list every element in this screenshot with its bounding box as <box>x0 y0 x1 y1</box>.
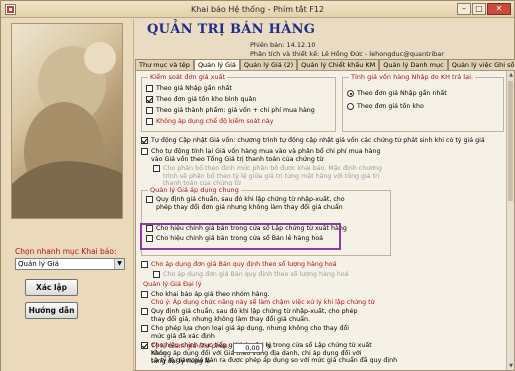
option-auto-update-cost[interactable]: Tự động Cập nhật Giá vốn: chương trình t… <box>141 137 506 145</box>
option-last-import-price[interactable]: Theo giá Nhập gần nhất <box>146 85 232 93</box>
option-group-price[interactable]: Cho khai báo áp giá theo nhóm hàng. <box>141 291 270 299</box>
option-recalc-cost[interactable]: Cho tự động tính lại Giá vốn hàng mua và… <box>141 148 391 163</box>
checkbox-checked[interactable] <box>146 96 153 103</box>
checkbox[interactable] <box>146 85 153 92</box>
checkbox-checked[interactable] <box>141 137 148 144</box>
option-standard-price[interactable]: Quy định giá chuẩn, sau đó khi lập chứng… <box>146 196 346 211</box>
checkbox[interactable] <box>153 165 160 172</box>
radio[interactable] <box>347 103 354 110</box>
close-button[interactable]: ✕ <box>487 3 511 15</box>
vertical-scrollbar[interactable]: ▲ ▼ <box>506 71 514 370</box>
option-allocate-by-norm[interactable]: Cho phân bổ theo định mức phân bổ được k… <box>153 165 393 188</box>
highlight-box <box>140 223 341 250</box>
checkbox[interactable] <box>153 271 160 278</box>
percent-unit: % <box>265 343 272 350</box>
group-export-price-control: Kiểm soát đơn giá xuất Theo giá Nhập gần… <box>141 73 336 132</box>
tab-bar: Thư mục và tệp Quản lý Giá Quản lý Giá (… <box>135 59 515 71</box>
checkbox[interactable] <box>146 196 153 203</box>
minimize-button[interactable]: – <box>457 3 471 15</box>
help-button[interactable]: Hướng dẫn <box>25 302 78 319</box>
window-title: Khai báo Hệ thống - Phím tắt F12 <box>190 5 325 14</box>
discount-rate-label: Tỷ lệ Giảm giá cho phép: <box>151 343 230 350</box>
maximize-button[interactable]: □ <box>472 3 486 15</box>
checkbox-checked[interactable] <box>141 342 148 349</box>
version-text: Phiên bản: 14.12.10 <box>250 41 316 49</box>
price-settings-panel: Kiểm soát đơn giá xuất Theo giá Nhập gần… <box>135 70 515 371</box>
tab-discount[interactable]: Quản lý Chiết khấu KM <box>297 59 380 70</box>
option-product-cost[interactable]: Theo giá thành phẩm: giá vốn + chi phí m… <box>146 107 315 115</box>
left-pane: Chọn nhanh mục Khai báo: Quản lý Giá ▼ X… <box>1 19 134 371</box>
quick-select-value: Quản lý Giá <box>18 260 59 268</box>
option-avg-stock-price[interactable]: Theo đơn giá tồn kho bình quân <box>146 96 256 104</box>
quick-select-dropdown[interactable]: Quản lý Giá ▼ <box>15 258 125 270</box>
main-area: QUẢN TRỊ BÁN HÀNG Phiên bản: 14.12.10 Ph… <box>135 19 515 371</box>
tab-price-2[interactable]: Quản lý Giá (2) <box>239 59 298 70</box>
tab-files[interactable]: Thư mục và tệp <box>135 59 194 70</box>
group-label-export-price: Kiểm soát đơn giá xuất <box>148 73 228 81</box>
tab-bookkeeping[interactable]: Quản lý việc Ghi số chứ <box>447 59 515 70</box>
group-label-return-cost: Tính giá vốn hàng Nhập do KH trả lại: <box>349 73 476 81</box>
scroll-up-icon[interactable]: ▲ <box>507 71 515 79</box>
group-price-note: Chú ý: Áp dụng chức năng này sẽ làm chậm… <box>151 299 375 306</box>
option-qty-price-sub[interactable]: Cho áp dụng đơn giá Bán quy định theo số… <box>153 271 349 279</box>
checkbox[interactable] <box>146 118 153 125</box>
checkbox[interactable] <box>141 308 148 315</box>
group-return-cost: Tính giá vốn hàng Nhập do KH trả lại: Th… <box>342 73 504 132</box>
checkbox[interactable] <box>141 291 148 298</box>
radio-checked[interactable] <box>347 90 354 97</box>
scroll-thumb[interactable] <box>508 81 513 201</box>
chevron-down-icon[interactable]: ▼ <box>114 259 124 269</box>
option-select-price-type[interactable]: Cho phép lựa chọn loại giá áp dụng, nhưn… <box>141 325 361 340</box>
checkbox[interactable] <box>141 148 148 155</box>
app-heading: QUẢN TRỊ BÁN HÀNG <box>147 22 316 37</box>
checkbox[interactable] <box>141 261 148 268</box>
radio-stock-price[interactable]: Theo đơn giá tồn kho <box>347 103 424 111</box>
radio-last-import[interactable]: Theo đơn giá Nhập gần nhất <box>347 90 447 98</box>
apply-button[interactable]: Xác lập <box>25 279 78 296</box>
scroll-down-icon[interactable]: ▼ <box>507 362 515 370</box>
quick-select-label: Chọn nhanh mục Khai báo: <box>15 247 117 256</box>
author-text: Phân tích và thiết kế: Lê Hồng Đức - leh… <box>250 50 444 58</box>
tab-catalog[interactable]: Quản lý Danh mục <box>379 59 448 70</box>
checkbox[interactable] <box>146 107 153 114</box>
dialog-window: Khai báo Hệ thống - Phím tắt F12 – □ ✕ C… <box>0 0 515 371</box>
group-label-agent-price: Quản lý Giá Đại lý <box>141 280 204 288</box>
checkbox[interactable] <box>141 325 148 332</box>
discount-rate-note: Là tỷ lệ giảm giá bán ra được phép áp dụ… <box>151 357 398 364</box>
discount-rate-row: Tỷ lệ Giảm giá cho phép: 0.00 % <box>151 343 272 353</box>
decorative-photo <box>11 23 123 219</box>
option-agent-standard-price[interactable]: Quy định giá chuẩn, sau đó khi lập chứng… <box>141 308 361 323</box>
group-label-general-price: Quản lý Giá áp dụng chung <box>148 186 241 194</box>
discount-rate-input[interactable]: 0.00 <box>232 343 263 353</box>
title-bar: Khai báo Hệ thống - Phím tắt F12 – □ ✕ <box>1 1 514 18</box>
option-qty-price[interactable]: Cho áp dụng đơn giá Bán quy định theo số… <box>141 261 337 269</box>
option-no-control[interactable]: Không áp dụng chế độ kiểm soát này <box>146 118 273 126</box>
app-icon <box>5 4 16 15</box>
